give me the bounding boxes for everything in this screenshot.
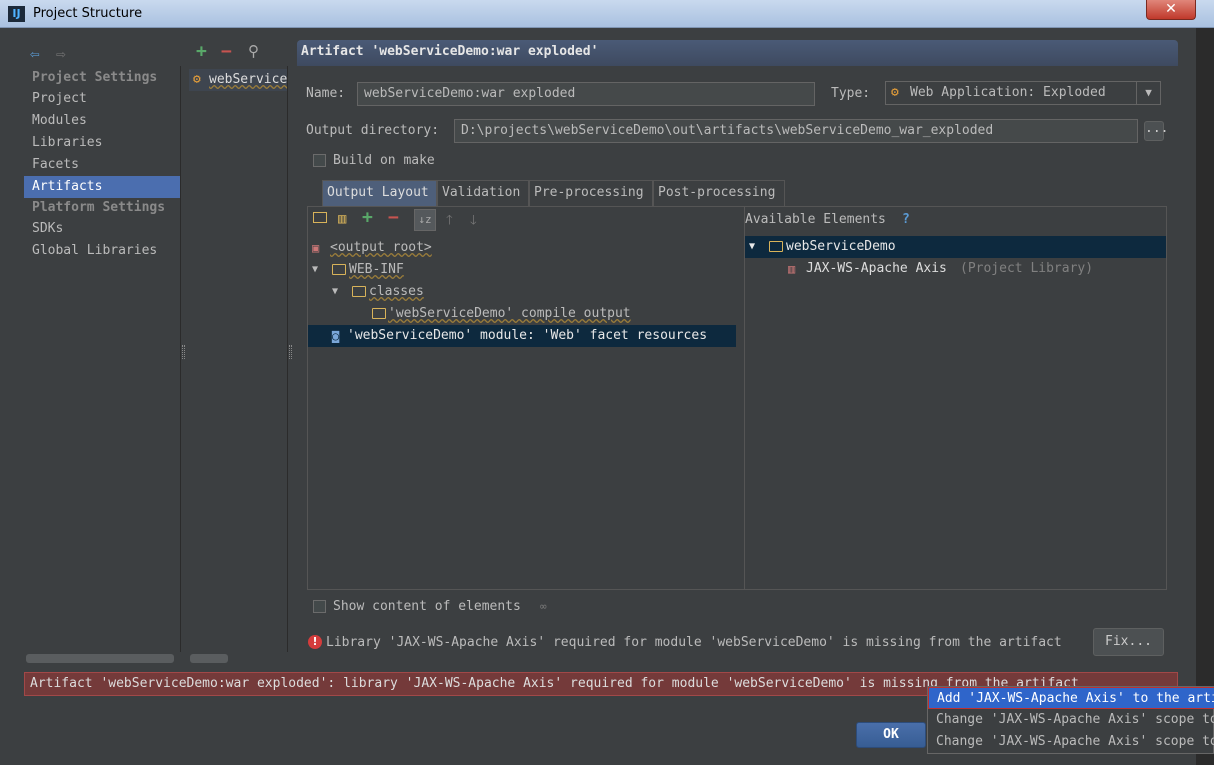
show-content-checkbox[interactable] <box>313 600 326 613</box>
available-item-webservicedemo[interactable]: ▼ webServiceDemo <box>745 236 1166 258</box>
tab-output-layout[interactable]: Output Layout <box>322 180 437 206</box>
tree-node-label: 'webServiceDemo' module: 'Web' facet res… <box>347 328 708 343</box>
remove-icon[interactable]: − <box>388 207 399 228</box>
nav-item-project[interactable]: Project <box>24 88 180 110</box>
browse-button[interactable]: ... <box>1144 121 1168 141</box>
artifacts-list: ⚙ webService <box>188 66 288 663</box>
remove-icon[interactable]: − <box>221 41 232 62</box>
available-elements-panel: Available Elements ? ▼ webServiceDemo ▥ … <box>745 207 1167 589</box>
module-folder-icon <box>769 241 783 252</box>
artifacts-toolbar: + − ⚲ <box>190 40 288 66</box>
tree-node-output-root[interactable]: ▣ <output root> <box>308 237 738 259</box>
nav-splitter-handle[interactable] <box>182 345 185 359</box>
popup-item-add-to-artifact[interactable]: Add 'JAX-WS-Apache Axis' to the artifact <box>928 687 1214 709</box>
forward-arrow-icon[interactable]: ⇨ <box>56 44 66 63</box>
move-down-icon[interactable]: 🡓 <box>470 211 477 233</box>
tree-node-label: WEB-INF <box>349 262 404 277</box>
web-facet-icon: ◙ <box>332 329 340 343</box>
nav-item-artifacts[interactable]: Artifacts <box>24 176 180 198</box>
nav-toolbar: ⇦ ⇨ <box>24 40 181 66</box>
artifact-item-webservicedemo[interactable]: ⚙ webService <box>189 69 287 91</box>
web-artifact-icon: ⚙ <box>193 72 201 87</box>
sort-icon[interactable]: ↓z <box>414 209 436 231</box>
type-select-value: Web Application: Exploded <box>910 85 1106 100</box>
nav-scrollbar[interactable] <box>26 654 174 663</box>
artifact-header: Artifact 'webServiceDemo:war exploded' <box>297 40 1178 66</box>
tab-validation[interactable]: Validation <box>437 180 529 206</box>
type-select[interactable]: ⚙ Web Application: Exploded ▼ <box>885 81 1161 105</box>
window-close-button[interactable]: ✕ <box>1146 0 1196 20</box>
popup-item-scope-compile[interactable]: Change 'JAX-WS-Apache Axis' scope to Com… <box>928 709 1214 731</box>
type-label: Type: <box>831 86 871 101</box>
chevron-down-icon[interactable]: ▼ <box>1136 82 1160 104</box>
add-copy-icon[interactable]: + <box>362 207 373 228</box>
module-output-icon <box>372 308 386 319</box>
error-bar-message: Artifact 'webServiceDemo:war exploded': … <box>30 676 1079 691</box>
tree-node-classes[interactable]: ▼ classes <box>308 281 738 303</box>
build-on-make-label: Build on make <box>333 153 435 168</box>
available-item-jax-ws-library[interactable]: ▥ JAX-WS-Apache Axis (Project Library) <box>745 258 1166 280</box>
ok-button[interactable]: OK <box>856 722 926 748</box>
artifact-item-label: webService <box>209 72 287 87</box>
window-titlebar: IJ Project Structure ✕ <box>0 0 1214 28</box>
expand-triangle-icon[interactable]: ▼ <box>749 236 755 258</box>
output-root-icon: ▣ <box>312 241 320 255</box>
expand-triangle-icon[interactable]: ▼ <box>312 259 318 281</box>
web-artifact-icon: ⚙ <box>891 85 899 100</box>
nav-item-sdks[interactable]: SDKs <box>24 218 180 240</box>
available-item-label: webServiceDemo <box>786 239 896 254</box>
artifacts-splitter-handle[interactable] <box>289 345 292 359</box>
output-layout-panel: ▥ + − ↓z 🡑 🡓 ▣ <output root> ▼ WEB-INF ▼… <box>307 206 1167 590</box>
name-input[interactable]: webServiceDemo:war exploded <box>357 82 815 106</box>
tree-node-web-facet-resources[interactable]: ◙ 'webServiceDemo' module: 'Web' facet r… <box>308 325 736 347</box>
output-directory-label: Output directory: <box>306 123 440 138</box>
back-arrow-icon[interactable]: ⇦ <box>30 44 40 63</box>
fix-button[interactable]: Fix... <box>1093 628 1164 656</box>
error-icon: ! <box>308 635 322 649</box>
nav-item-modules[interactable]: Modules <box>24 110 180 132</box>
expand-triangle-icon[interactable]: ▼ <box>332 281 338 303</box>
folder-icon <box>332 264 346 275</box>
move-up-icon[interactable]: 🡑 <box>446 211 453 233</box>
help-icon[interactable]: ? <box>902 212 910 227</box>
tree-node-compile-output[interactable]: 'webServiceDemo' compile output <box>308 303 738 325</box>
output-layout-tree: ▣ <output root> ▼ WEB-INF ▼ classes 'web… <box>308 237 738 589</box>
available-item-suffix: (Project Library) <box>960 261 1094 276</box>
available-elements-title: Available Elements <box>745 212 886 227</box>
library-icon: ▥ <box>788 262 796 276</box>
tree-node-web-inf[interactable]: ▼ WEB-INF <box>308 259 738 281</box>
tree-node-label: 'webServiceDemo' compile output <box>388 306 631 321</box>
fix-popup-menu: Add 'JAX-WS-Apache Axis' to the artifact… <box>927 686 1214 754</box>
window-title: Project Structure <box>33 6 143 21</box>
intellij-app-icon: IJ <box>8 6 25 22</box>
output-directory-input[interactable]: D:\projects\webServiceDemo\out\artifacts… <box>454 119 1138 143</box>
create-archive-icon[interactable]: ▥ <box>338 211 346 227</box>
tree-node-label: <output root> <box>330 240 432 255</box>
add-icon[interactable]: + <box>196 41 207 62</box>
nav-section-project-settings: Project Settings <box>32 70 158 85</box>
tab-pre-processing[interactable]: Pre-processing <box>529 180 653 206</box>
artifacts-scrollbar[interactable] <box>190 654 228 663</box>
missing-library-message: Library 'JAX-WS-Apache Axis' required fo… <box>326 635 1062 650</box>
available-item-label: JAX-WS-Apache Axis <box>806 261 947 276</box>
artifact-header-title: Artifact 'webServiceDemo:war exploded' <box>301 44 599 59</box>
name-label: Name: <box>306 86 346 101</box>
show-content-label: Show content of elements <box>333 599 521 614</box>
build-on-make-checkbox[interactable] <box>313 154 326 167</box>
folder-icon <box>352 286 366 297</box>
settings-icon[interactable]: ∞ <box>540 600 547 613</box>
popup-item-scope-provided[interactable]: Change 'JAX-WS-Apache Axis' scope to Pro… <box>928 731 1214 753</box>
nav-item-facets[interactable]: Facets <box>24 154 180 176</box>
nav-item-libraries[interactable]: Libraries <box>24 132 180 154</box>
new-directory-icon[interactable] <box>313 212 327 223</box>
tab-post-processing[interactable]: Post-processing <box>653 180 785 206</box>
settings-nav: Project Settings Project Modules Librari… <box>24 66 181 663</box>
nav-section-platform-settings: Platform Settings <box>32 200 166 215</box>
background-ide-strip <box>1196 28 1214 765</box>
nav-item-global-libraries[interactable]: Global Libraries <box>24 240 180 262</box>
output-layout-toolbar: ▥ + − ↓z 🡑 🡓 <box>308 207 738 235</box>
tree-node-label: classes <box>369 284 424 299</box>
search-icon[interactable]: ⚲ <box>248 42 259 60</box>
